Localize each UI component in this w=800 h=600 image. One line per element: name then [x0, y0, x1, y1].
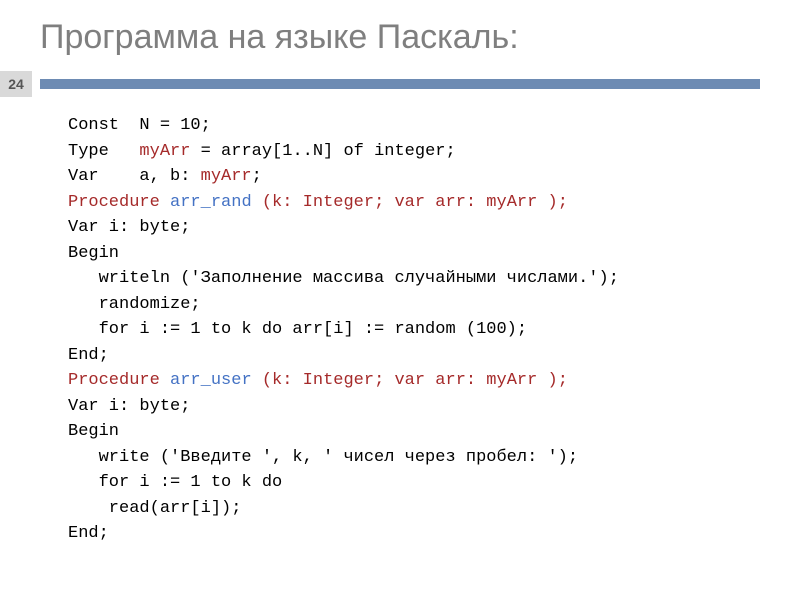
- code-line: Begin: [68, 419, 760, 445]
- slide-title: Программа на языке Паскаль:: [40, 18, 760, 57]
- code-line: Begin: [68, 241, 760, 267]
- code-block: Const N = 10; Type myArr = array[1..N] o…: [40, 113, 760, 547]
- code-line: Const N = 10;: [68, 113, 760, 139]
- code-procname: arr_rand: [170, 193, 252, 212]
- code-line: writeln ('Заполнение массива случайными …: [68, 266, 760, 292]
- code-type: myArr: [139, 142, 190, 161]
- code-type: myArr: [486, 193, 537, 212]
- header-bar: 24: [0, 71, 800, 97]
- code-text: (k: Integer; var arr:: [252, 371, 487, 390]
- code-text: Var a, b:: [68, 167, 201, 186]
- code-line: for i := 1 to k do: [68, 470, 760, 496]
- code-text: );: [537, 193, 568, 212]
- code-line: Procedure arr_user (k: Integer; var arr:…: [68, 368, 760, 394]
- code-type: myArr: [486, 371, 537, 390]
- page-number-badge: 24: [0, 71, 32, 97]
- code-text: );: [537, 371, 568, 390]
- code-line: Var a, b: myArr;: [68, 164, 760, 190]
- code-keyword: Procedure: [68, 371, 170, 390]
- code-keyword: Procedure: [68, 193, 170, 212]
- code-text: Const N = 10;: [68, 116, 211, 135]
- code-line: write ('Введите ', k, ' чисел через проб…: [68, 445, 760, 471]
- code-line: Procedure arr_rand (k: Integer; var arr:…: [68, 190, 760, 216]
- code-type: myArr: [201, 167, 252, 186]
- code-line: End;: [68, 343, 760, 369]
- code-text: = array[1..N] of integer;: [190, 142, 455, 161]
- code-procname: arr_user: [170, 371, 252, 390]
- code-text: (k: Integer; var arr:: [252, 193, 487, 212]
- code-line: Var i: byte;: [68, 394, 760, 420]
- code-line: End;: [68, 521, 760, 547]
- code-line: read(arr[i]);: [68, 496, 760, 522]
- code-line: randomize;: [68, 292, 760, 318]
- code-text: Type: [68, 142, 139, 161]
- code-line: for i := 1 to k do arr[i] := random (100…: [68, 317, 760, 343]
- slide-container: Программа на языке Паскаль: 24 Const N =…: [0, 0, 800, 567]
- code-line: Type myArr = array[1..N] of integer;: [68, 139, 760, 165]
- divider-line: [40, 79, 760, 89]
- code-text: ;: [252, 167, 262, 186]
- code-line: Var i: byte;: [68, 215, 760, 241]
